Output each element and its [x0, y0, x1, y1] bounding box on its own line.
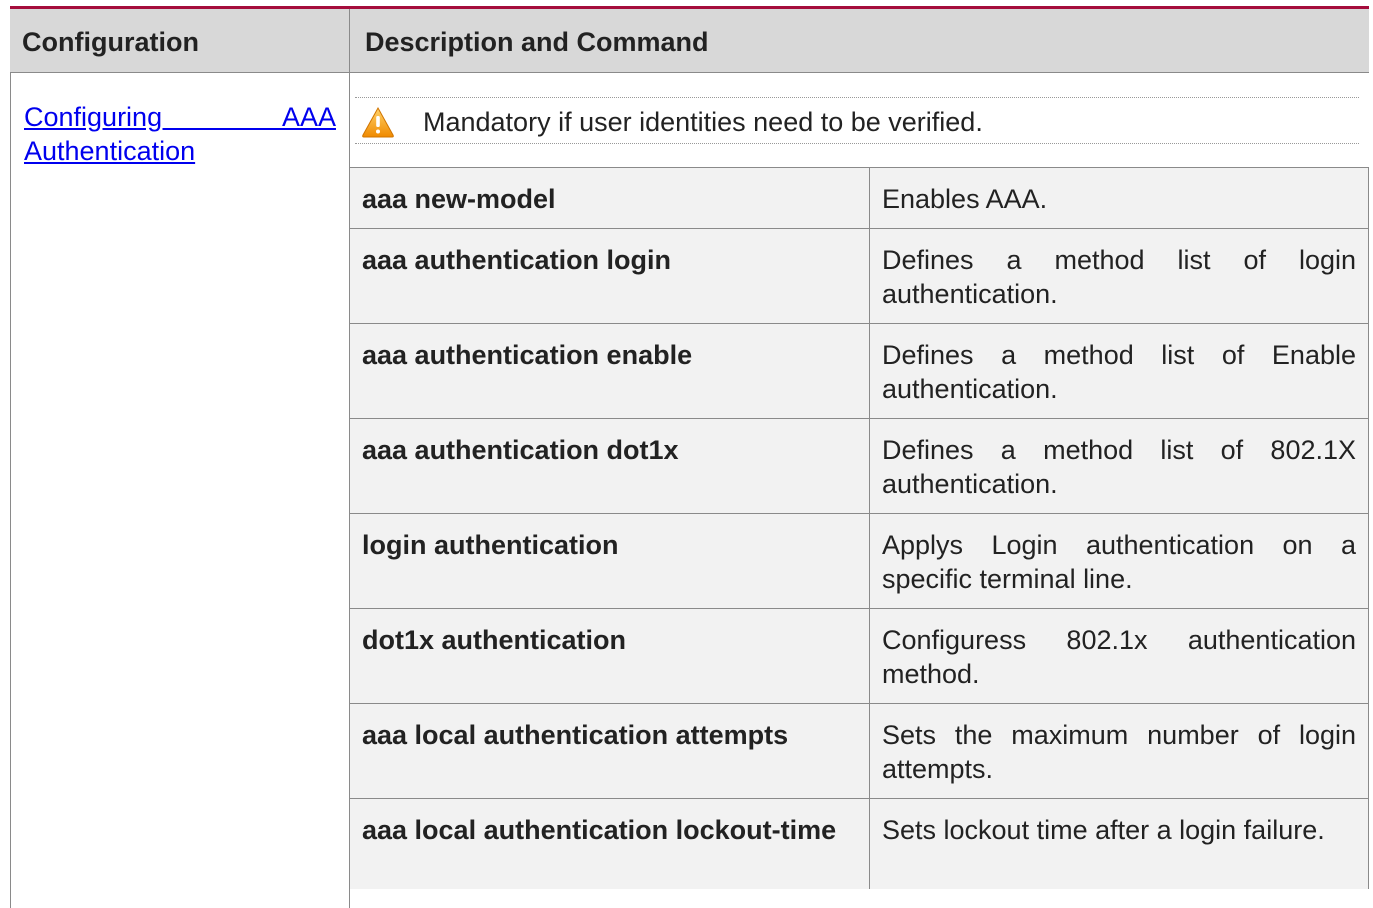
table-row: dot1x authentication Configuress 802.1x … [349, 608, 1369, 704]
description-cell: Sets the maximum number of login attempt… [869, 703, 1369, 799]
command-cell: aaa local authentication attempts [349, 703, 870, 799]
description-cell: Configuress 802.1x authentication method… [869, 608, 1369, 704]
command-table: aaa new-model Enables AAA. aaa authentic… [349, 167, 1369, 889]
header-divider [349, 9, 350, 72]
configuring-aaa-authentication-link[interactable]: Configuring AAA Authentication [24, 100, 336, 168]
table-row: aaa local authentication attempts Sets t… [349, 703, 1369, 799]
note-text: Mandatory if user identities need to be … [423, 107, 983, 137]
header-configuration: Configuration [22, 27, 199, 57]
command-cell: aaa local authentication lockout-time [349, 798, 870, 889]
description-cell: Sets lockout time after a login failure. [869, 798, 1369, 889]
description-cell: Applys Login authentication on a specifi… [869, 513, 1369, 609]
mandatory-note: Mandatory if user identities need to be … [355, 97, 1359, 144]
description-cell: Defines a method list of 802.1X authenti… [869, 418, 1369, 514]
table-row: aaa local authentication lockout-time Se… [349, 798, 1369, 889]
table-row: aaa new-model Enables AAA. [349, 167, 1369, 229]
table-row: login authentication Applys Login authen… [349, 513, 1369, 609]
command-cell: aaa authentication login [349, 228, 870, 324]
table-row: aaa authentication enable Defines a meth… [349, 323, 1369, 419]
table-left-border [10, 72, 11, 908]
description-cell: Defines a method list of Enable authenti… [869, 323, 1369, 419]
table-row: aaa authentication login Defines a metho… [349, 228, 1369, 324]
description-cell: Defines a method list of login authentic… [869, 228, 1369, 324]
table-header: Configuration Description and Command [10, 9, 1369, 73]
link-line-1[interactable]: Configuring AAA [24, 100, 336, 134]
table-row: aaa authentication dot1x Defines a metho… [349, 418, 1369, 514]
command-cell: dot1x authentication [349, 608, 870, 704]
command-cell: aaa authentication dot1x [349, 418, 870, 514]
description-cell: Enables AAA. [869, 167, 1369, 229]
header-description: Description and Command [365, 27, 709, 57]
warning-icon [361, 106, 395, 138]
command-cell: login authentication [349, 513, 870, 609]
command-cell: aaa authentication enable [349, 323, 870, 419]
link-line-2[interactable]: Authentication [24, 134, 336, 168]
command-cell: aaa new-model [349, 167, 870, 229]
